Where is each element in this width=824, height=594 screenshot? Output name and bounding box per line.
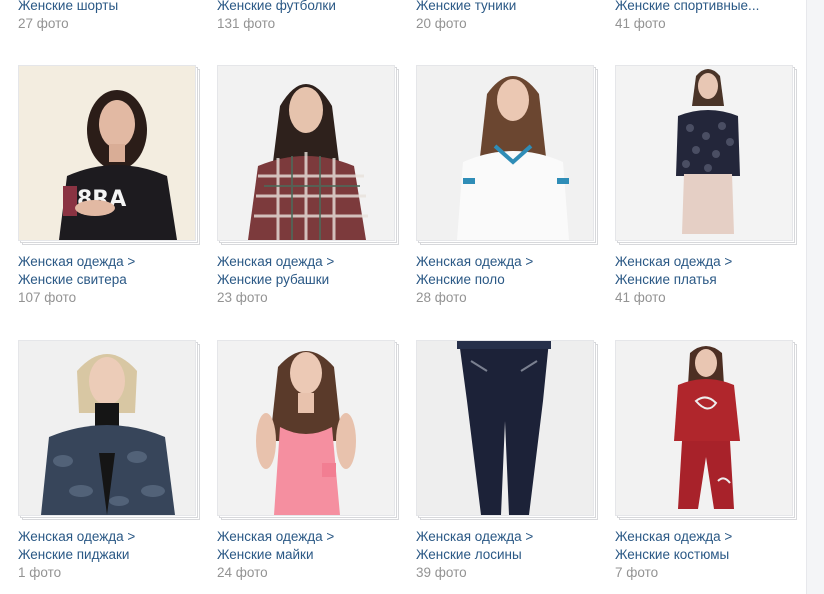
album-cover[interactable] bbox=[615, 340, 797, 520]
album-link[interactable]: Женская одежда > Женские свитера bbox=[18, 253, 203, 289]
album-cover[interactable] bbox=[416, 65, 598, 245]
album-name[interactable]: Женские костюмы bbox=[615, 546, 800, 564]
album-name[interactable]: Женские шорты bbox=[18, 0, 203, 15]
album-photo-count: 41 фото bbox=[615, 16, 666, 31]
album-name[interactable]: Женские рубашки bbox=[217, 271, 402, 289]
album-parent-category[interactable]: Женская одежда > bbox=[18, 528, 203, 546]
album-cover-photo[interactable] bbox=[18, 340, 196, 516]
album-item[interactable]: 8RA Женская одежда > Женские свитера 107… bbox=[18, 65, 203, 307]
album-cover-photo[interactable] bbox=[615, 65, 793, 241]
album-name[interactable]: Женские пиджаки bbox=[18, 546, 203, 564]
album-parent-category[interactable]: Женская одежда > bbox=[416, 528, 601, 546]
album-photo-count: 131 фото bbox=[217, 16, 276, 31]
album-photo-count: 23 фото bbox=[217, 290, 268, 305]
album-name[interactable]: Женские свитера bbox=[18, 271, 203, 289]
album-item[interactable]: Женская одежда > Женские костюмы 7 фото bbox=[615, 340, 800, 582]
album-parent-category[interactable]: Женская одежда > bbox=[416, 253, 601, 271]
album-cover[interactable]: 8RA bbox=[18, 65, 200, 245]
album-item[interactable]: Женская одежда > Женские рубашки 23 фото bbox=[217, 65, 402, 307]
album-item[interactable]: Женская одежда > Женские поло 28 фото bbox=[416, 65, 601, 307]
album-item[interactable]: Женская одежда > Женские платья 41 фото bbox=[615, 65, 800, 307]
album-link[interactable]: Женская одежда > Женские майки bbox=[217, 528, 402, 564]
album-name[interactable]: Женские поло bbox=[416, 271, 601, 289]
album-name[interactable]: Женские платья bbox=[615, 271, 800, 289]
album-link[interactable]: Женские туники bbox=[416, 0, 601, 15]
album-parent-category[interactable]: Женская одежда > bbox=[217, 253, 402, 271]
album-item[interactable]: Женские футболки 131 фото bbox=[217, 0, 402, 33]
page-gutter bbox=[807, 0, 824, 594]
album-photo-count: 39 фото bbox=[416, 565, 467, 580]
album-cover[interactable] bbox=[615, 65, 797, 245]
album-name[interactable]: Женские футболки bbox=[217, 0, 402, 15]
album-item[interactable]: Женские спортивные... 41 фото bbox=[615, 0, 800, 33]
album-photo-count: 7 фото bbox=[615, 565, 659, 580]
album-name[interactable]: Женские лосины bbox=[416, 546, 601, 564]
album-photo-count: 27 фото bbox=[18, 16, 69, 31]
album-cover-photo[interactable] bbox=[416, 65, 594, 241]
album-photo-count: 20 фото bbox=[416, 16, 467, 31]
album-cover-photo[interactable] bbox=[217, 65, 395, 241]
album-link[interactable]: Женская одежда > Женские платья bbox=[615, 253, 800, 289]
album-item[interactable]: Женские туники 20 фото bbox=[416, 0, 601, 33]
album-name[interactable]: Женские туники bbox=[416, 0, 601, 15]
album-item[interactable]: Женская одежда > Женские майки 24 фото bbox=[217, 340, 402, 582]
album-link[interactable]: Женские футболки bbox=[217, 0, 402, 15]
album-cover[interactable] bbox=[416, 340, 598, 520]
album-item[interactable]: Женская одежда > Женские лосины 39 фото bbox=[416, 340, 601, 582]
album-link[interactable]: Женская одежда > Женские лосины bbox=[416, 528, 601, 564]
album-link[interactable]: Женские спортивные... bbox=[615, 0, 800, 15]
album-link[interactable]: Женская одежда > Женские поло bbox=[416, 253, 601, 289]
album-link[interactable]: Женские шорты bbox=[18, 0, 203, 15]
album-link[interactable]: Женская одежда > Женские пиджаки bbox=[18, 528, 203, 564]
album-cover-photo[interactable]: 8RA bbox=[18, 65, 196, 241]
album-parent-category[interactable]: Женская одежда > bbox=[18, 253, 203, 271]
album-name[interactable]: Женские майки bbox=[217, 546, 402, 564]
album-item[interactable]: Женская одежда > Женские пиджаки 1 фото bbox=[18, 340, 203, 582]
album-photo-count: 28 фото bbox=[416, 290, 467, 305]
album-photo-count: 1 фото bbox=[18, 565, 62, 580]
album-cover[interactable] bbox=[18, 340, 200, 520]
album-item[interactable]: Женские шорты 27 фото bbox=[18, 0, 203, 33]
album-parent-category[interactable]: Женская одежда > bbox=[615, 253, 800, 271]
album-cover-photo[interactable] bbox=[217, 340, 395, 516]
album-photo-count: 41 фото bbox=[615, 290, 666, 305]
album-parent-category[interactable]: Женская одежда > bbox=[615, 528, 800, 546]
album-cover-photo[interactable] bbox=[416, 340, 594, 516]
album-cover[interactable] bbox=[217, 340, 399, 520]
album-cover-photo[interactable] bbox=[615, 340, 793, 516]
album-cover[interactable] bbox=[217, 65, 399, 245]
album-link[interactable]: Женская одежда > Женские рубашки bbox=[217, 253, 402, 289]
album-photo-count: 107 фото bbox=[18, 290, 77, 305]
album-photo-count: 24 фото bbox=[217, 565, 268, 580]
album-link[interactable]: Женская одежда > Женские костюмы bbox=[615, 528, 800, 564]
album-parent-category[interactable]: Женская одежда > bbox=[217, 528, 402, 546]
album-name[interactable]: Женские спортивные... bbox=[615, 0, 800, 15]
